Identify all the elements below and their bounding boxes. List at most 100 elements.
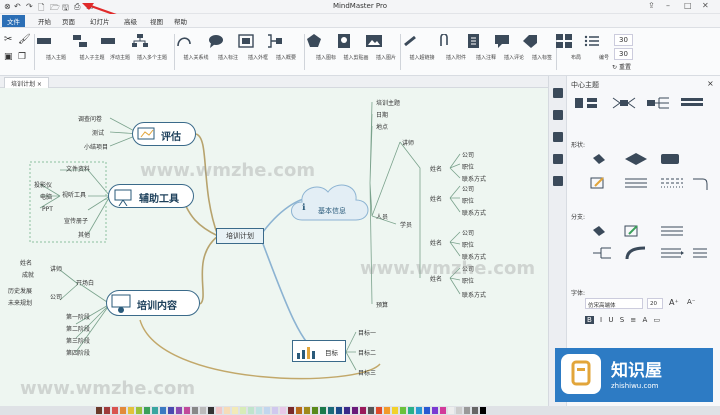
content-leaf-2[interactable]: 成就 (22, 270, 34, 279)
palette-swatch[interactable] (368, 407, 374, 414)
palette-swatch[interactable] (360, 407, 366, 414)
palette-swatch[interactable] (264, 407, 270, 414)
field-company[interactable]: 公司 (462, 184, 474, 193)
copy-icon[interactable]: ❐ (18, 52, 26, 62)
branch-line-button[interactable] (623, 224, 649, 237)
task-tab-icon[interactable] (552, 176, 563, 186)
person-name-3[interactable]: 姓名 (430, 238, 442, 247)
insert-topic-button[interactable]: 插入主题 (36, 32, 76, 74)
close-icon[interactable]: ✕ (702, 1, 709, 10)
goal-item-3[interactable]: 目标三 (358, 368, 376, 377)
palette-swatch[interactable] (376, 407, 382, 414)
mindmap-canvas[interactable]: 培训计划 评估 调查问卷 测试 小结项目 辅助工具 文件资料 视听工具 宣传册子… (0, 88, 548, 406)
content-top-1[interactable]: 开场白 (76, 278, 94, 287)
layout-option-4[interactable] (679, 96, 705, 108)
palette-swatch[interactable] (448, 407, 454, 414)
palette-swatch[interactable] (336, 407, 342, 414)
menu-view[interactable]: 视图 (150, 16, 163, 26)
palette-swatch[interactable] (112, 407, 118, 414)
line-style-button[interactable] (659, 176, 685, 188)
palette-swatch[interactable] (392, 407, 398, 414)
palette-swatch[interactable] (160, 407, 166, 414)
palette-swatch[interactable] (232, 407, 238, 414)
fill-color-button[interactable] (589, 152, 615, 164)
menu-start[interactable]: 开始 (38, 16, 51, 26)
palette-swatch[interactable] (344, 407, 350, 414)
tools-left-1[interactable]: 投影仪 (34, 180, 52, 189)
sidebar-close-icon[interactable]: × (707, 79, 714, 88)
field-contact[interactable]: 联系方式 (462, 290, 486, 299)
icon-tab-icon[interactable] (552, 132, 563, 142)
palette-swatch[interactable] (104, 407, 110, 414)
branch-style-button[interactable] (589, 246, 615, 259)
cut-icon[interactable]: ✂ (4, 34, 12, 45)
field-position[interactable]: 职位 (462, 240, 474, 249)
branch-weight-button[interactable] (659, 224, 685, 236)
align-icon[interactable]: ≡ (630, 316, 636, 324)
content-leaf-4[interactable]: 未来规划 (8, 298, 32, 307)
shape-button[interactable] (623, 152, 649, 165)
palette-swatch[interactable] (208, 407, 214, 414)
layout-option-1[interactable] (573, 96, 599, 108)
field-company[interactable]: 公司 (462, 150, 474, 159)
format-painter-icon[interactable]: 🖌 (18, 34, 31, 45)
field-contact[interactable]: 联系方式 (462, 174, 486, 183)
field-company[interactable]: 公司 (462, 228, 474, 237)
palette-swatch[interactable] (216, 407, 222, 414)
goal-item-2[interactable]: 目标二 (358, 348, 376, 357)
palette-swatch[interactable] (144, 407, 150, 414)
info-item-3[interactable]: 地点 (376, 122, 388, 131)
palette-swatch[interactable] (184, 407, 190, 414)
palette-swatch[interactable] (288, 407, 294, 414)
palette-swatch[interactable] (96, 407, 102, 414)
field-position[interactable]: 职位 (462, 162, 474, 171)
palette-swatch[interactable] (384, 407, 390, 414)
font-grow-icon[interactable]: A⁺ (669, 298, 679, 307)
tools-left-2[interactable]: 电脑 (40, 192, 52, 201)
palette-swatch[interactable] (424, 407, 430, 414)
menu-file[interactable]: 文件 (2, 15, 25, 27)
branch-fill-button[interactable] (589, 224, 615, 236)
people-trainee[interactable]: 学员 (400, 220, 412, 229)
font-color-icon[interactable]: A (643, 316, 648, 324)
palette-swatch[interactable] (120, 407, 126, 414)
eval-item-2[interactable]: 测试 (92, 128, 104, 137)
font-family-select[interactable]: 仿宋高端体 (585, 298, 643, 309)
palette-swatch[interactable] (456, 407, 462, 414)
palette-swatch[interactable] (400, 407, 406, 414)
tools-mid-1[interactable]: 文件资料 (66, 164, 90, 173)
content-leaf-1[interactable]: 姓名 (20, 258, 32, 267)
layout-option-3[interactable] (645, 96, 671, 109)
share-icon[interactable]: ⇪ (648, 1, 655, 10)
paste-icon[interactable]: ▣ (4, 52, 13, 62)
tab-document[interactable]: 培训计划 × (4, 77, 49, 88)
stage-2[interactable]: 第二阶段 (66, 324, 90, 333)
palette-swatch[interactable] (136, 407, 142, 414)
content-sub-2[interactable]: 公司 (50, 292, 62, 301)
corner-button[interactable] (691, 176, 717, 190)
palette-swatch[interactable] (168, 407, 174, 414)
redo-icon[interactable]: ↷ (26, 2, 33, 11)
branch-end-button[interactable] (691, 246, 717, 258)
menu-advanced[interactable]: 高级 (124, 16, 137, 26)
palette-swatch[interactable] (432, 407, 438, 414)
highlight-icon[interactable]: ▭ (654, 316, 661, 324)
strikethrough-icon[interactable]: S (620, 316, 624, 324)
cloud-title[interactable]: 基本信息 (318, 206, 346, 216)
layout-option-2[interactable] (611, 96, 637, 109)
topic-tools[interactable]: 辅助工具 (108, 184, 194, 208)
bold-icon[interactable]: B (585, 316, 594, 324)
branch-arrow-button[interactable] (659, 246, 685, 258)
italic-icon[interactable]: I (600, 316, 602, 324)
style-tab-icon[interactable] (552, 88, 563, 98)
content-sub-1[interactable]: 讲师 (50, 264, 62, 273)
palette-swatch[interactable] (200, 407, 206, 414)
outline-tab-icon[interactable] (552, 110, 563, 120)
rect-shape-button[interactable] (659, 152, 685, 164)
palette-swatch[interactable] (128, 407, 134, 414)
eval-item-1[interactable]: 调查问卷 (78, 114, 102, 123)
palette-swatch[interactable] (408, 407, 414, 414)
line-weight-button[interactable] (623, 176, 649, 188)
palette-swatch[interactable] (248, 407, 254, 414)
line-color-button[interactable] (589, 176, 615, 189)
